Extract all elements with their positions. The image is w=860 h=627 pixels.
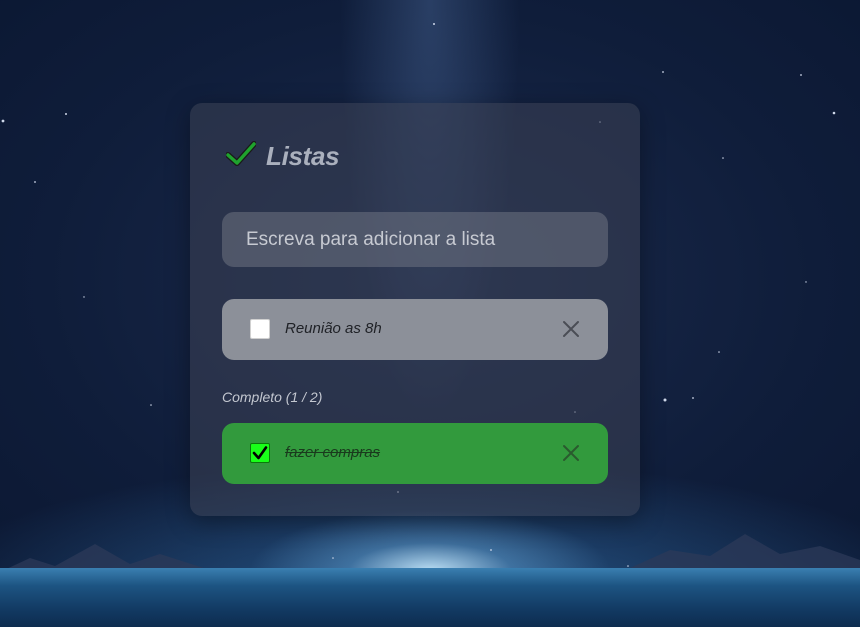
list-item[interactable]: Reunião as 8h — [222, 299, 608, 360]
item-label: Reunião as 8h — [285, 320, 382, 337]
item-checkbox-checked[interactable] — [250, 443, 270, 463]
item-checkbox[interactable] — [250, 319, 270, 339]
header: Listas — [225, 141, 340, 172]
todo-card: Listas Reunião as 8h Completo (1 / 2) fa… — [190, 103, 640, 516]
close-icon[interactable] — [561, 443, 581, 463]
close-icon[interactable] — [561, 319, 581, 339]
new-item-field[interactable] — [222, 212, 608, 267]
item-label: fazer compras — [285, 444, 381, 461]
page-title: Listas — [266, 141, 340, 171]
check-icon — [252, 446, 268, 460]
new-item-input[interactable] — [222, 212, 608, 267]
list-item-completed[interactable]: fazer compras — [222, 423, 608, 484]
checkmark-icon — [225, 141, 257, 172]
completed-section-label: Completo (1 / 2) — [222, 389, 323, 405]
planet-horizon — [0, 568, 860, 627]
